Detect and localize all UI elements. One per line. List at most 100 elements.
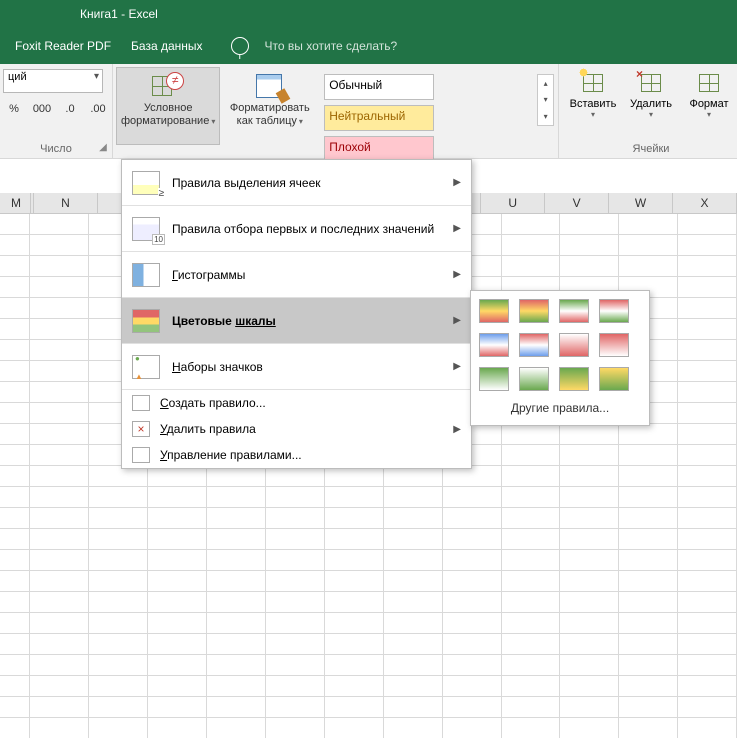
- percent-button[interactable]: %: [3, 98, 25, 120]
- grid-cell[interactable]: [619, 424, 678, 444]
- grid-cell[interactable]: [560, 235, 619, 255]
- grid-cell[interactable]: [30, 424, 89, 444]
- grid-cell[interactable]: [560, 508, 619, 528]
- grid-cell[interactable]: [619, 718, 678, 738]
- color-scale-option[interactable]: [599, 333, 629, 357]
- grid-cell[interactable]: [560, 424, 619, 444]
- increase-decimal-button[interactable]: .0: [59, 98, 81, 120]
- grid-cell[interactable]: [384, 592, 443, 612]
- grid-cell[interactable]: [678, 655, 737, 675]
- grid-cell[interactable]: [89, 487, 148, 507]
- grid-cell[interactable]: [443, 592, 502, 612]
- grid-cell[interactable]: [502, 718, 561, 738]
- grid-cell[interactable]: [678, 361, 737, 381]
- grid-cell[interactable]: [30, 256, 89, 276]
- grid-cell[interactable]: [443, 718, 502, 738]
- grid-cell[interactable]: [207, 676, 266, 696]
- grid-cell[interactable]: [207, 508, 266, 528]
- menu-top-bottom[interactable]: Правила отбора первых и последних значен…: [122, 206, 471, 251]
- grid-cell[interactable]: [207, 550, 266, 570]
- color-scales-more-rules[interactable]: Другие правила...: [477, 393, 643, 419]
- menu-new-rule[interactable]: Создать правило...: [122, 390, 471, 416]
- grid-cell[interactable]: [30, 466, 89, 486]
- tell-me-search[interactable]: Что вы хотите сделать?: [255, 28, 408, 64]
- grid-cell[interactable]: [619, 592, 678, 612]
- grid-cell[interactable]: [30, 550, 89, 570]
- grid-cell[interactable]: [148, 508, 207, 528]
- column-header[interactable]: W: [609, 193, 673, 213]
- grid-cell[interactable]: [678, 382, 737, 402]
- grid-cell[interactable]: [502, 550, 561, 570]
- grid-cell[interactable]: [89, 571, 148, 591]
- grid-cell[interactable]: [0, 382, 30, 402]
- menu-color-scales[interactable]: Цветовые шкалы ▶: [122, 298, 471, 343]
- grid-cell[interactable]: [266, 676, 325, 696]
- column-header[interactable]: N: [34, 193, 98, 213]
- grid-cell[interactable]: [89, 613, 148, 633]
- grid-cell[interactable]: [384, 466, 443, 486]
- grid-cell[interactable]: [89, 592, 148, 612]
- grid-cell[interactable]: [30, 676, 89, 696]
- grid-cell[interactable]: [384, 676, 443, 696]
- grid-cell[interactable]: [325, 613, 384, 633]
- grid-cell[interactable]: [30, 445, 89, 465]
- grid-cell[interactable]: [678, 235, 737, 255]
- menu-clear-rules[interactable]: Удалить правила ▶: [122, 416, 471, 442]
- grid-cell[interactable]: [30, 361, 89, 381]
- grid-cell[interactable]: [0, 592, 30, 612]
- grid-cell[interactable]: [619, 697, 678, 717]
- grid-cell[interactable]: [266, 634, 325, 654]
- grid-cell[interactable]: [0, 697, 30, 717]
- grid-cell[interactable]: [502, 592, 561, 612]
- grid-cell[interactable]: [30, 298, 89, 318]
- grid-cell[interactable]: [0, 361, 30, 381]
- grid-cell[interactable]: [443, 571, 502, 591]
- grid-cell[interactable]: [0, 487, 30, 507]
- grid-cell[interactable]: [560, 445, 619, 465]
- column-header[interactable]: X: [673, 193, 737, 213]
- grid-cell[interactable]: [502, 634, 561, 654]
- grid-cell[interactable]: [0, 298, 30, 318]
- grid-cell[interactable]: [384, 529, 443, 549]
- color-scale-option[interactable]: [479, 333, 509, 357]
- grid-cell[interactable]: [384, 508, 443, 528]
- grid-cell[interactable]: [0, 613, 30, 633]
- grid-cell[interactable]: [678, 340, 737, 360]
- grid-cell[interactable]: [30, 529, 89, 549]
- grid-cell[interactable]: [325, 676, 384, 696]
- grid-cell[interactable]: [89, 529, 148, 549]
- grid-cell[interactable]: [0, 424, 30, 444]
- grid-cell[interactable]: [89, 655, 148, 675]
- grid-cell[interactable]: [678, 592, 737, 612]
- grid-cell[interactable]: [207, 529, 266, 549]
- grid-cell[interactable]: [502, 655, 561, 675]
- menu-manage-rules[interactable]: Управление правилами...: [122, 442, 471, 468]
- grid-cell[interactable]: [0, 529, 30, 549]
- grid-cell[interactable]: [678, 508, 737, 528]
- grid-cell[interactable]: [619, 445, 678, 465]
- grid-cell[interactable]: [266, 466, 325, 486]
- color-scale-option[interactable]: [559, 299, 589, 323]
- grid-cell[interactable]: [148, 697, 207, 717]
- grid-cell[interactable]: [502, 571, 561, 591]
- grid-cell[interactable]: [30, 403, 89, 423]
- grid-cell[interactable]: [266, 655, 325, 675]
- grid-cell[interactable]: [266, 613, 325, 633]
- grid-cell[interactable]: [384, 697, 443, 717]
- grid-cell[interactable]: [443, 655, 502, 675]
- grid-cell[interactable]: [325, 529, 384, 549]
- grid-cell[interactable]: [30, 718, 89, 738]
- grid-cell[interactable]: [502, 697, 561, 717]
- grid-cell[interactable]: [678, 424, 737, 444]
- grid-cell[interactable]: [266, 550, 325, 570]
- grid-cell[interactable]: [384, 718, 443, 738]
- grid-cell[interactable]: [443, 676, 502, 696]
- grid-cell[interactable]: [619, 487, 678, 507]
- grid-cell[interactable]: [0, 403, 30, 423]
- grid-cell[interactable]: [148, 550, 207, 570]
- tab-database[interactable]: База данных: [121, 28, 212, 64]
- color-scale-option[interactable]: [519, 367, 549, 391]
- grid-cell[interactable]: [325, 487, 384, 507]
- grid-cell[interactable]: [148, 592, 207, 612]
- grid-cell[interactable]: [89, 718, 148, 738]
